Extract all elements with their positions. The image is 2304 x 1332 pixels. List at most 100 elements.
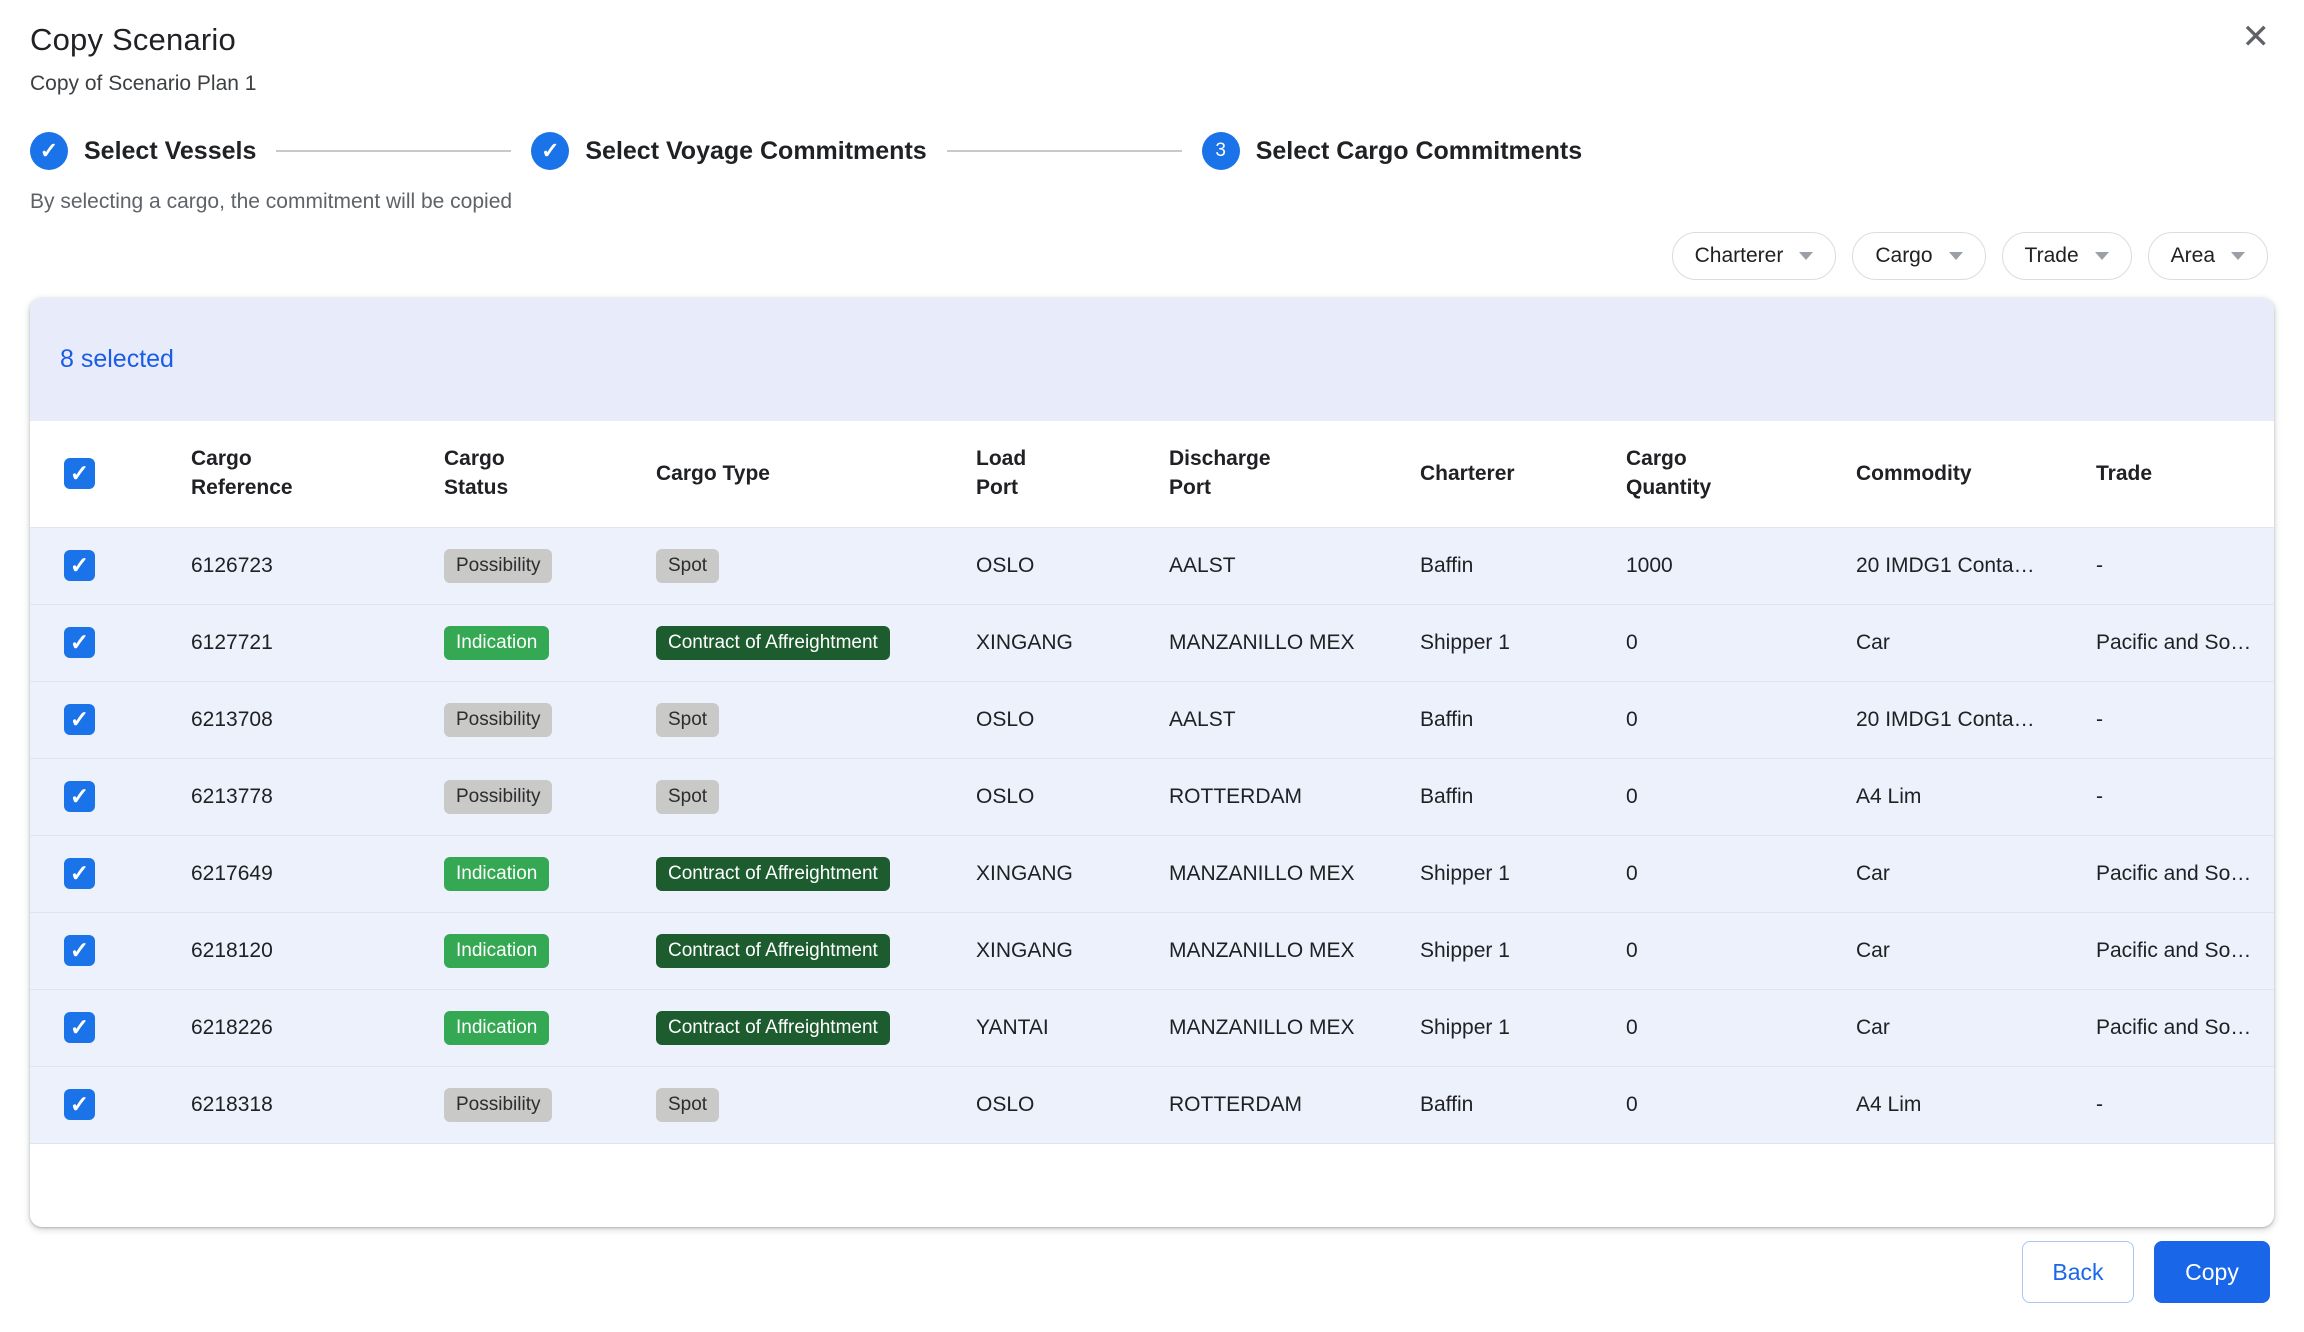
- filter-charterer[interactable]: Charterer: [1672, 232, 1837, 280]
- select-all-checkbox[interactable]: ✓: [64, 458, 95, 489]
- column-header-trade: Trade: [2072, 421, 2274, 527]
- table-row: ✓6213708PossibilitySpotOSLOAALSTBaffin02…: [30, 681, 2274, 758]
- cell-cargo_quantity: 0: [1602, 604, 1832, 681]
- row-checkbox[interactable]: ✓: [64, 704, 95, 735]
- cell-text: Pacific and So…: [2096, 862, 2251, 885]
- cell-text: ROTTERDAM: [1169, 1093, 1302, 1116]
- cell-text: Shipper 1: [1420, 862, 1510, 885]
- cell-text: Baffin: [1420, 554, 1473, 577]
- cell-cargo_type: Spot: [632, 758, 952, 835]
- helper-text: By selecting a cargo, the commitment wil…: [30, 190, 2304, 214]
- cell-cargo_reference: 6217649: [167, 835, 420, 912]
- cell-cargo_type: Contract of Affreightment: [632, 604, 952, 681]
- cell-cargo_type: Spot: [632, 1066, 952, 1143]
- cell-cargo_reference: 6218318: [167, 1066, 420, 1143]
- cell-select: ✓: [30, 758, 167, 835]
- cell-cargo_status: Indication: [420, 835, 632, 912]
- cell-text: Car: [1856, 631, 1890, 654]
- table-row: ✓6127721IndicationContract of Affreightm…: [30, 604, 2274, 681]
- dialog-subtitle: Copy of Scenario Plan 1: [30, 72, 2268, 96]
- cell-cargo_type: Spot: [632, 527, 952, 604]
- step-select-voyage-commitments[interactable]: ✓ Select Voyage Commitments: [531, 132, 926, 170]
- cell-text: Car: [1856, 939, 1890, 962]
- cell-select: ✓: [30, 604, 167, 681]
- cell-text: Shipper 1: [1420, 1016, 1510, 1039]
- filter-cargo[interactable]: Cargo: [1852, 232, 1985, 280]
- cell-text: 0: [1626, 939, 1638, 962]
- cell-commodity: 20 IMDG1 Conta…: [1832, 681, 2072, 758]
- cell-load_port: XINGANG: [952, 912, 1145, 989]
- cell-load_port: OSLO: [952, 758, 1145, 835]
- filter-label: Cargo: [1875, 244, 1932, 268]
- column-header-cargo_reference: CargoReference: [167, 421, 420, 527]
- cell-text: 6126723: [191, 554, 273, 577]
- row-checkbox[interactable]: ✓: [64, 781, 95, 812]
- cell-text: Pacific and So…: [2096, 1016, 2251, 1039]
- cell-cargo_status: Possibility: [420, 758, 632, 835]
- cell-text: YANTAI: [976, 1016, 1049, 1039]
- step-select-cargo-commitments[interactable]: 3 Select Cargo Commitments: [1202, 132, 1582, 170]
- cell-text: XINGANG: [976, 862, 1073, 885]
- cell-text: 0: [1626, 785, 1638, 808]
- cell-text: 0: [1626, 1093, 1638, 1116]
- table-row: ✓6218120IndicationContract of Affreightm…: [30, 912, 2274, 989]
- cell-cargo_status: Possibility: [420, 681, 632, 758]
- row-checkbox[interactable]: ✓: [64, 627, 95, 658]
- cargo-table-panel: 8 selected ✓CargoReferenceCargoStatusCar…: [30, 298, 2274, 1227]
- cargo-type-badge: Spot: [656, 703, 719, 737]
- cell-text: 0: [1626, 862, 1638, 885]
- cell-cargo_reference: 6213778: [167, 758, 420, 835]
- cell-text: -: [2096, 1093, 2103, 1116]
- cell-cargo_quantity: 0: [1602, 758, 1832, 835]
- cell-text: Shipper 1: [1420, 631, 1510, 654]
- step-complete-check-icon: ✓: [30, 132, 68, 170]
- footer-actions: Back Copy: [0, 1241, 2270, 1303]
- cell-text: AALST: [1169, 708, 1236, 731]
- cell-text: OSLO: [976, 554, 1034, 577]
- cell-text: Pacific and So…: [2096, 939, 2251, 962]
- cell-discharge_port: MANZANILLO MEX: [1145, 835, 1396, 912]
- cell-cargo_status: Possibility: [420, 1066, 632, 1143]
- chevron-down-icon: [1799, 252, 1813, 260]
- cell-charterer: Baffin: [1396, 681, 1602, 758]
- row-checkbox[interactable]: ✓: [64, 935, 95, 966]
- cargo-status-badge: Possibility: [444, 1088, 552, 1122]
- table-row: ✓6218226IndicationContract of Affreightm…: [30, 989, 2274, 1066]
- row-checkbox[interactable]: ✓: [64, 858, 95, 889]
- filter-label: Charterer: [1695, 244, 1784, 268]
- column-header-select: ✓: [30, 421, 167, 527]
- row-checkbox[interactable]: ✓: [64, 550, 95, 581]
- cell-cargo_type: Contract of Affreightment: [632, 989, 952, 1066]
- cell-text: 20 IMDG1 Conta…: [1856, 708, 2035, 731]
- close-icon[interactable]: ✕: [2242, 20, 2271, 54]
- cargo-status-badge: Indication: [444, 934, 549, 968]
- row-checkbox[interactable]: ✓: [64, 1012, 95, 1043]
- cell-commodity: A4 Lim: [1832, 1066, 2072, 1143]
- cell-trade: Pacific and So…: [2072, 989, 2274, 1066]
- step-number: 3: [1215, 140, 1226, 162]
- cargo-type-badge: Contract of Affreightment: [656, 626, 890, 660]
- cargo-type-badge: Contract of Affreightment: [656, 1011, 890, 1045]
- cell-discharge_port: MANZANILLO MEX: [1145, 989, 1396, 1066]
- cell-cargo_status: Indication: [420, 604, 632, 681]
- row-checkbox[interactable]: ✓: [64, 1089, 95, 1120]
- cell-load_port: OSLO: [952, 527, 1145, 604]
- step-label: Select Cargo Commitments: [1256, 137, 1582, 166]
- cell-text: A4 Lim: [1856, 1093, 1921, 1116]
- cell-cargo_quantity: 0: [1602, 1066, 1832, 1143]
- cargo-type-badge: Spot: [656, 1088, 719, 1122]
- filter-area[interactable]: Area: [2148, 232, 2268, 280]
- cell-text: MANZANILLO MEX: [1169, 1016, 1355, 1039]
- copy-button[interactable]: Copy: [2154, 1241, 2270, 1303]
- cell-select: ✓: [30, 835, 167, 912]
- step-select-vessels[interactable]: ✓ Select Vessels: [30, 132, 256, 170]
- cell-charterer: Baffin: [1396, 1066, 1602, 1143]
- cell-discharge_port: MANZANILLO MEX: [1145, 604, 1396, 681]
- filter-trade[interactable]: Trade: [2002, 232, 2132, 280]
- table-row: ✓6217649IndicationContract of Affreightm…: [30, 835, 2274, 912]
- filters-row: Charterer Cargo Trade Area: [0, 232, 2268, 280]
- cell-trade: -: [2072, 758, 2274, 835]
- cell-cargo_quantity: 0: [1602, 912, 1832, 989]
- cell-load_port: XINGANG: [952, 835, 1145, 912]
- back-button[interactable]: Back: [2022, 1241, 2134, 1303]
